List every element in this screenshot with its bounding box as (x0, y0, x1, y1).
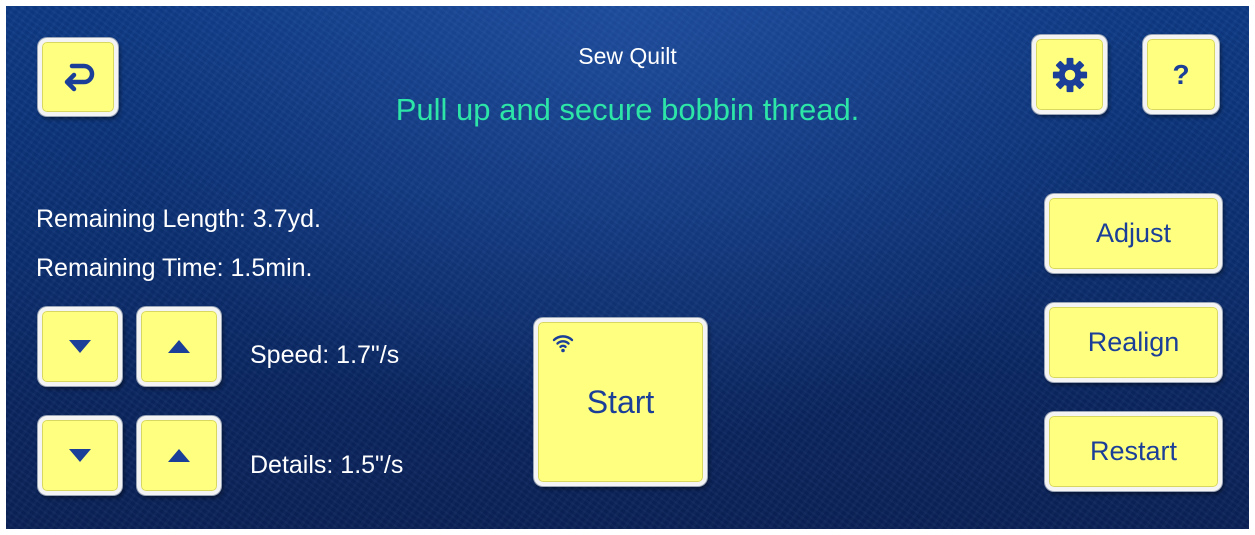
wifi-icon (552, 335, 574, 353)
details-increase-button[interactable] (137, 416, 221, 495)
triangle-up-icon (168, 340, 190, 353)
speed-decrease-button[interactable] (38, 307, 122, 386)
restart-button[interactable]: Restart (1045, 412, 1222, 491)
remaining-length: Remaining Length: 3.7yd. (36, 205, 321, 233)
adjust-button-label: Adjust (1095, 218, 1172, 248)
triangle-down-icon (69, 340, 91, 353)
help-button[interactable]: ? (1143, 35, 1219, 114)
speed-value: Speed: 1.7"/s (250, 341, 400, 369)
triangle-up-icon (168, 449, 190, 462)
settings-button[interactable] (1032, 35, 1107, 114)
realign-button[interactable]: Realign (1045, 303, 1222, 382)
remaining-time: Remaining Time: 1.5min. (36, 254, 313, 282)
start-button[interactable]: Start (534, 318, 707, 486)
gear-icon (1052, 57, 1087, 92)
help-button-label: ? (1172, 58, 1190, 90)
restart-button-label: Restart (1089, 436, 1178, 466)
details-value: Details: 1.5"/s (250, 451, 404, 479)
adjust-button[interactable]: Adjust (1045, 194, 1222, 273)
quilt-sewing-screen: Sew Quilt Pull up and secure bobbin thre… (6, 6, 1249, 529)
speed-increase-button[interactable] (137, 307, 221, 386)
start-button-label: Start (586, 383, 655, 420)
realign-button-label: Realign (1087, 327, 1180, 357)
details-decrease-button[interactable] (38, 416, 122, 495)
triangle-down-icon (69, 449, 91, 462)
